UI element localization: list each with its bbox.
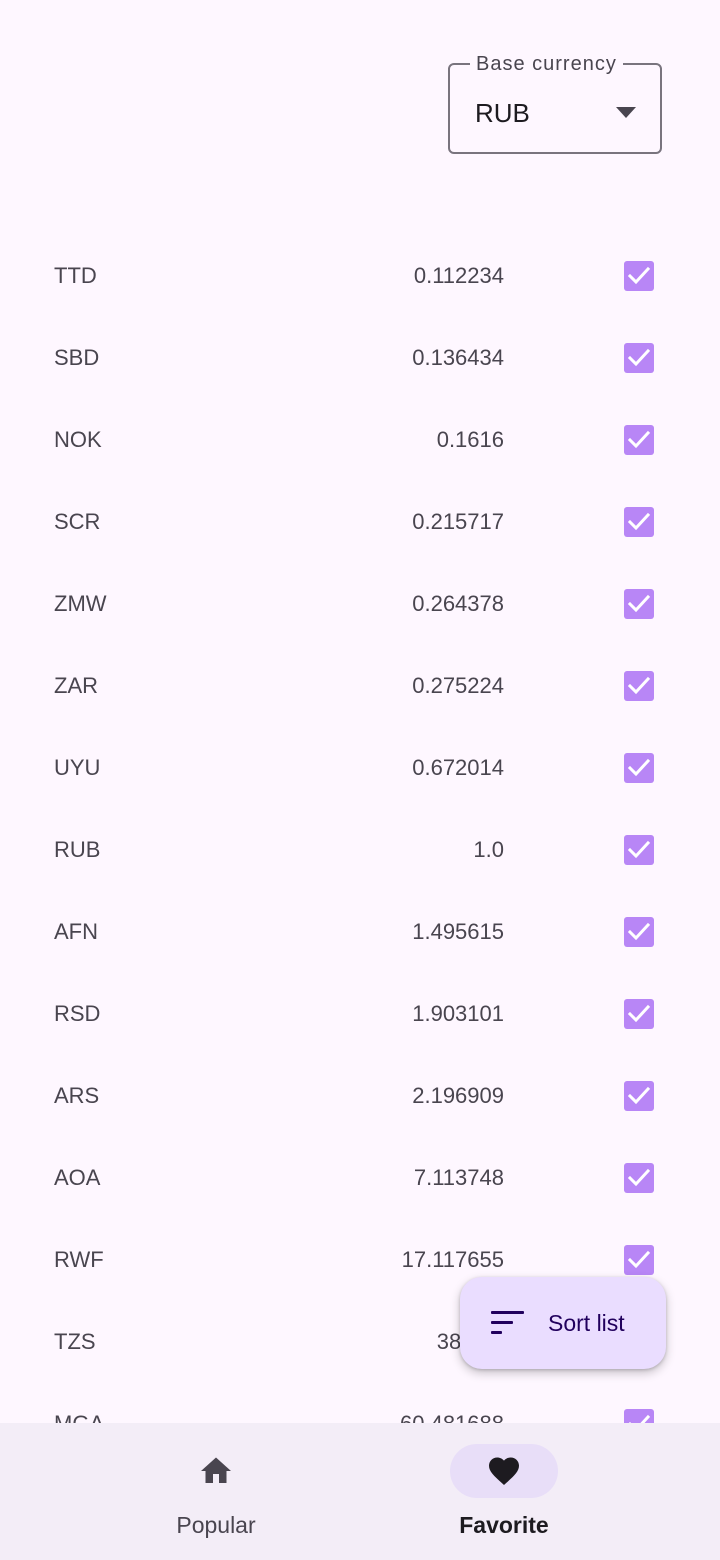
currency-code: NOK xyxy=(54,427,102,452)
currency-rate: 60.481688 xyxy=(400,1411,504,1423)
favorite-checkbox[interactable] xyxy=(624,671,654,701)
currency-rate: 0.1616 xyxy=(436,427,504,452)
list-item: UYU 0.672014 xyxy=(0,728,720,810)
favorite-checkbox[interactable] xyxy=(624,1163,654,1193)
base-currency-label: Base currency xyxy=(470,52,623,76)
currency-code: RUB xyxy=(54,837,101,862)
check-icon xyxy=(627,1004,651,1023)
check-icon xyxy=(627,1250,651,1269)
favorite-checkbox[interactable] xyxy=(624,999,654,1029)
check-icon xyxy=(627,840,651,859)
currency-code: AOA xyxy=(54,1165,101,1190)
nav-label-favorite: Favorite xyxy=(459,1512,549,1538)
favorite-checkbox[interactable] xyxy=(624,507,654,537)
currency-rate: 0.264378 xyxy=(412,591,504,616)
check-icon xyxy=(627,430,651,449)
arrow-drop-down-icon xyxy=(616,107,636,118)
check-icon xyxy=(627,348,651,367)
currency-rate: 0.112234 xyxy=(413,263,504,288)
currency-code: ARS xyxy=(54,1083,100,1108)
currency-rate: 1.903101 xyxy=(412,1001,504,1026)
favorite-checkbox[interactable] xyxy=(624,753,654,783)
check-icon xyxy=(627,676,651,695)
sort-list-button[interactable]: Sort list xyxy=(460,1277,666,1369)
list-item: NOK 0.1616 xyxy=(0,400,720,482)
currency-code: TZS xyxy=(54,1329,96,1354)
currency-code: MGA xyxy=(54,1411,104,1423)
bottom-navigation: Popular Favorite xyxy=(0,1423,720,1560)
currency-code: UYU xyxy=(54,755,101,780)
list-item: MGA 60.481688 xyxy=(0,1384,720,1423)
nav-item-favorite[interactable]: Favorite xyxy=(384,1423,624,1560)
list-item: SCR 0.215717 xyxy=(0,482,720,564)
currency-rate: 0.275224 xyxy=(412,673,504,698)
check-icon xyxy=(627,512,651,531)
favorite-checkbox[interactable] xyxy=(624,835,654,865)
list-item: RUB 1.0 xyxy=(0,810,720,892)
favorite-checkbox[interactable] xyxy=(624,1409,654,1423)
list-item: AFN 1.495615 xyxy=(0,892,720,974)
sort-icon xyxy=(491,1311,524,1334)
currency-list[interactable]: TTD 0.112234 SBD 0.136434 NOK 0.1616 SCR 0.2157… xyxy=(0,236,720,1423)
check-icon xyxy=(627,1168,651,1187)
currency-code: ZMW xyxy=(54,591,107,616)
currency-rate: 7.113748 xyxy=(413,1165,504,1190)
favorite-checkbox[interactable] xyxy=(624,589,654,619)
heart-icon xyxy=(489,1457,519,1486)
currency-code: ZAR xyxy=(54,673,98,698)
favorite-checkbox[interactable] xyxy=(624,425,654,455)
base-currency-value: RUB xyxy=(475,98,530,128)
list-item: SBD 0.136434 xyxy=(0,318,720,400)
currency-rate: 1.495615 xyxy=(412,919,504,944)
currency-code: SBD xyxy=(54,345,100,370)
currency-code: TTD xyxy=(54,263,97,288)
favorite-checkbox[interactable] xyxy=(624,1081,654,1111)
favorite-checkbox[interactable] xyxy=(624,1245,654,1275)
list-item: TTD 0.112234 xyxy=(0,236,720,318)
currency-code: RSD xyxy=(54,1001,101,1026)
currency-rate: 0.215717 xyxy=(412,509,504,534)
check-icon xyxy=(627,1086,651,1105)
currency-code: RWF xyxy=(54,1247,104,1272)
currency-rate: 2.196909 xyxy=(412,1083,504,1108)
check-icon xyxy=(627,922,651,941)
sort-list-label: Sort list xyxy=(548,1310,625,1336)
currency-rate: 1.0 xyxy=(473,837,504,862)
currency-code: SCR xyxy=(54,509,101,534)
base-currency-select[interactable]: Base currency RUB xyxy=(448,52,662,154)
favorite-checkbox[interactable] xyxy=(624,261,654,291)
home-icon xyxy=(201,1457,231,1483)
list-item: ZAR 0.275224 xyxy=(0,646,720,728)
list-item: AOA 7.113748 xyxy=(0,1138,720,1220)
currency-rate: 0.136434 xyxy=(412,345,504,370)
nav-item-popular[interactable]: Popular xyxy=(96,1423,336,1560)
favorite-checkbox[interactable] xyxy=(624,343,654,373)
nav-label-popular: Popular xyxy=(176,1512,256,1538)
check-icon xyxy=(627,758,651,777)
check-icon xyxy=(627,266,651,285)
check-icon xyxy=(627,594,651,613)
list-item: ZMW 0.264378 xyxy=(0,564,720,646)
currency-rate: 17.117655 xyxy=(401,1247,504,1272)
list-item: RSD 1.903101 xyxy=(0,974,720,1056)
favorite-checkbox[interactable] xyxy=(624,917,654,947)
currency-code: AFN xyxy=(54,919,98,944)
check-icon xyxy=(628,1414,651,1423)
list-item: ARS 2.196909 xyxy=(0,1056,720,1138)
currency-rate: 0.672014 xyxy=(412,755,504,780)
